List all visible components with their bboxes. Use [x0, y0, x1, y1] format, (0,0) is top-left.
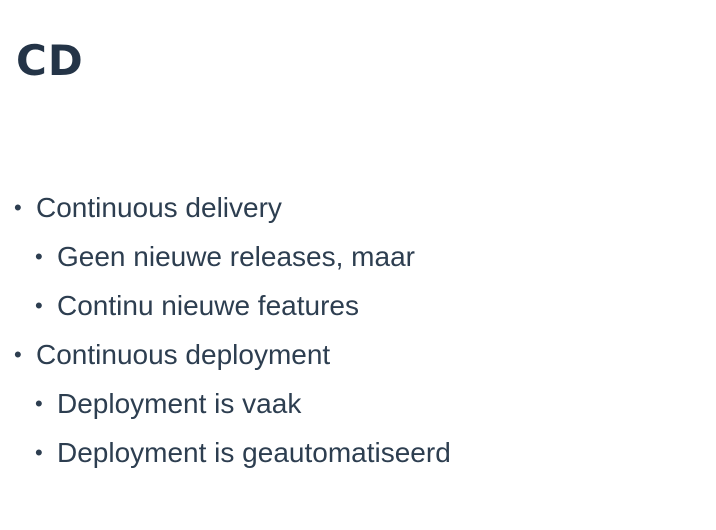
slide: CD • Continuous delivery • Geen nieuwe r…: [0, 0, 716, 530]
bullet-item-level1: • Continuous delivery: [14, 183, 704, 232]
bullet-dot-icon: •: [35, 440, 43, 465]
bullet-item-level2: • Continu nieuwe features: [14, 281, 704, 330]
bullet-text: Continu nieuwe features: [57, 290, 359, 321]
bullet-list: • Continuous delivery • Geen nieuwe rele…: [14, 183, 704, 477]
bullet-text: Continuous delivery: [36, 192, 282, 223]
bullet-text: Geen nieuwe releases, maar: [57, 241, 415, 272]
bullet-item-level2: • Geen nieuwe releases, maar: [14, 232, 704, 281]
bullet-item-level1: • Continuous deployment: [14, 330, 704, 379]
bullet-dot-icon: •: [35, 244, 43, 269]
slide-title: CD: [16, 36, 84, 85]
bullet-item-level2: • Deployment is vaak: [14, 379, 704, 428]
bullet-dot-icon: •: [35, 293, 43, 318]
bullet-item-level2: • Deployment is geautomatiseerd: [14, 428, 704, 477]
bullet-text: Continuous deployment: [36, 339, 331, 370]
bullet-dot-icon: •: [14, 342, 22, 367]
bullet-text: Deployment is vaak: [57, 388, 302, 419]
bullet-dot-icon: •: [14, 195, 22, 220]
bullet-dot-icon: •: [35, 391, 43, 416]
bullet-text: Deployment is geautomatiseerd: [57, 437, 451, 468]
